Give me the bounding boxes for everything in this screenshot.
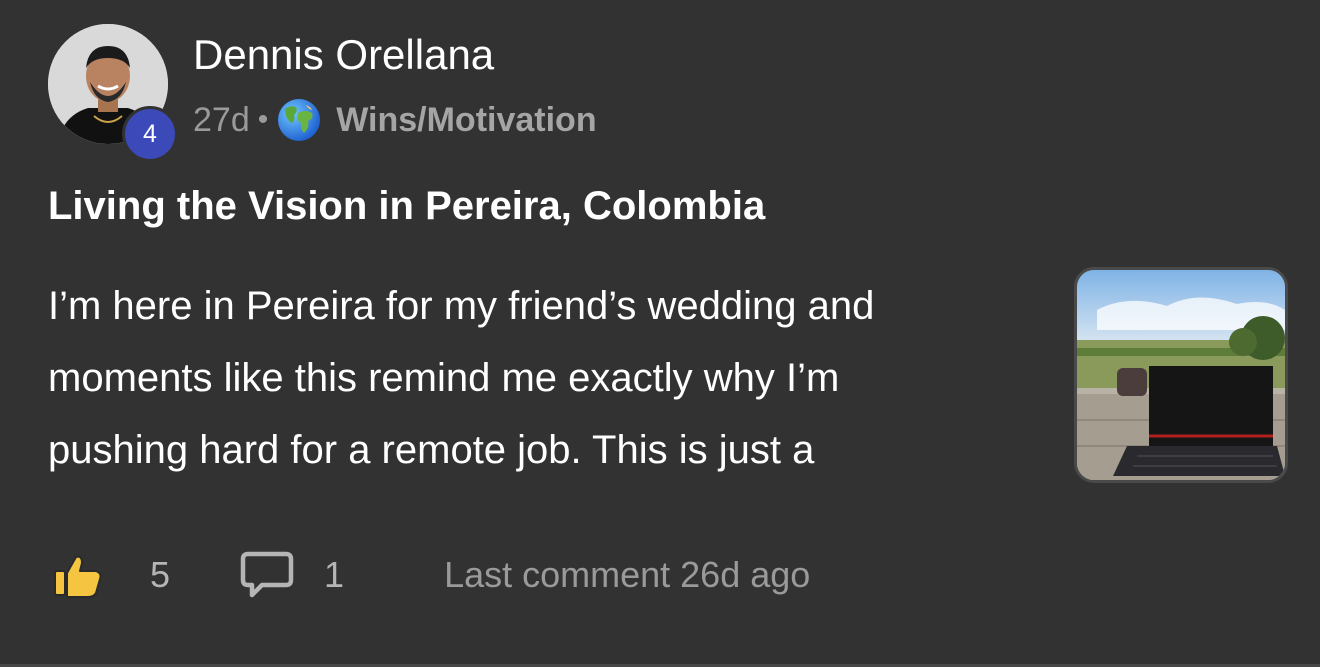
author-avatar-container[interactable]: 4 bbox=[48, 24, 178, 162]
comment-count: 1 bbox=[324, 554, 345, 595]
comment-bubble-icon[interactable] bbox=[240, 550, 294, 600]
meta-separator: • bbox=[257, 103, 269, 136]
category-link[interactable]: Wins/Motivation bbox=[336, 101, 596, 140]
post-thumbnail[interactable] bbox=[1074, 267, 1288, 483]
post-card[interactable]: 4 Dennis Orellana 27d • Wins/Motivation … bbox=[0, 0, 1320, 667]
post-age: 27d bbox=[193, 100, 250, 139]
post-title[interactable]: Living the Vision in Pereira, Colombia bbox=[48, 180, 765, 232]
like-count: 5 bbox=[150, 554, 171, 595]
post-meta: 27d • Wins/Motivation bbox=[193, 98, 597, 142]
post-body-line: I’m here in Pereira for my friend’s wedd… bbox=[48, 284, 875, 328]
post-footer: 5 1 Last comment 26d ago bbox=[52, 548, 810, 602]
post-body[interactable]: I’m here in Pereira for my friend’s wedd… bbox=[48, 270, 1048, 486]
globe-icon bbox=[276, 97, 322, 143]
post-body-line: pushing hard for a remote job. This is j… bbox=[48, 428, 815, 472]
level-badge: 4 bbox=[122, 106, 178, 162]
thumbnail-image bbox=[1077, 270, 1285, 480]
author-name[interactable]: Dennis Orellana bbox=[193, 30, 494, 80]
post-body-line: moments like this remind me exactly why … bbox=[48, 356, 840, 400]
last-comment-time: Last comment 26d ago bbox=[444, 554, 811, 595]
thumbs-up-icon[interactable] bbox=[52, 549, 104, 601]
